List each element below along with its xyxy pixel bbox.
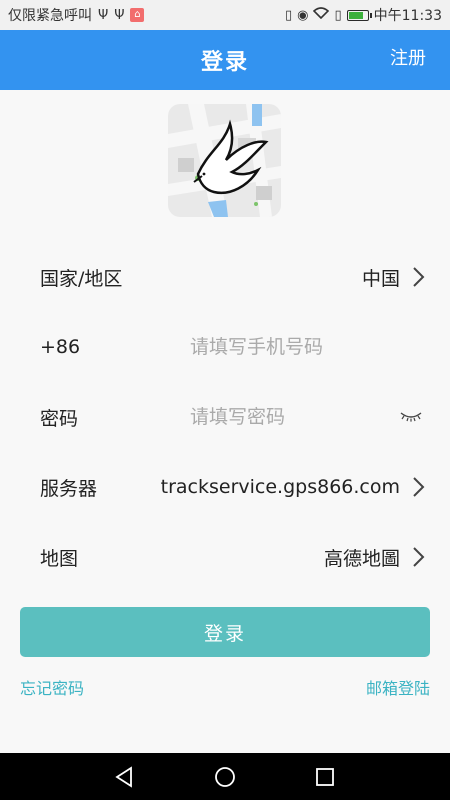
eye-closed-icon[interactable] (400, 410, 422, 422)
app-logo (168, 104, 281, 217)
password-label: 密码 (40, 407, 79, 430)
chevron-right-icon (413, 477, 425, 497)
forgot-password-link[interactable]: 忘记密码 (20, 675, 84, 699)
usb-icon: Ψ (98, 7, 109, 23)
password-row: 密码 (0, 382, 450, 452)
map-label: 地图 (40, 547, 79, 570)
region-label: 国家/地区 (40, 267, 123, 290)
chevron-right-icon (413, 267, 425, 287)
map-value: 高德地圖 (323, 547, 400, 570)
server-row[interactable]: 服务器 trackservice.gps866.com (0, 452, 450, 522)
wifi-icon (313, 7, 330, 23)
carrier-text: 仅限紧急呼叫 (8, 8, 92, 24)
password-input[interactable] (190, 406, 390, 428)
status-left: 仅限紧急呼叫 Ψ Ψ ⌂ (0, 5, 145, 25)
chevron-right-icon (413, 547, 425, 567)
status-right: ▯ ◉ ▯ 中午11:33 (285, 5, 450, 25)
region-value: 中国 (361, 267, 400, 290)
home-icon[interactable] (214, 766, 236, 788)
phone-input[interactable] (190, 336, 390, 358)
phone-row: +86 (0, 312, 450, 382)
eye-comfort-icon: ◉ (297, 7, 309, 23)
app-header: 登录 注册 (0, 30, 450, 90)
usb-icon: Ψ (114, 7, 125, 23)
battery-icon (346, 9, 372, 21)
page-title: 登录 (200, 50, 249, 75)
register-button[interactable]: 注册 (390, 44, 426, 70)
region-row[interactable]: 国家/地区 中国 (0, 242, 450, 312)
home-notification-icon: ⌂ (130, 8, 145, 22)
back-icon[interactable] (114, 766, 134, 788)
no-sim-icon: ▯ (334, 7, 342, 23)
country-code-label: +86 (40, 336, 81, 358)
recents-icon[interactable] (315, 767, 335, 787)
map-row[interactable]: 地图 高德地圖 (0, 522, 450, 592)
email-login-link[interactable]: 邮箱登陆 (366, 675, 430, 699)
login-button[interactable]: 登录 (20, 607, 430, 657)
clock: 中午11:33 (373, 8, 442, 24)
server-value: trackservice.gps866.com (160, 476, 400, 498)
vibrate-icon: ▯ (284, 7, 293, 23)
status-bar: 仅限紧急呼叫 Ψ Ψ ⌂ ▯ ◉ ▯ 中午11:33 (0, 0, 450, 30)
navigation-bar (0, 753, 450, 800)
server-label: 服务器 (40, 477, 98, 500)
